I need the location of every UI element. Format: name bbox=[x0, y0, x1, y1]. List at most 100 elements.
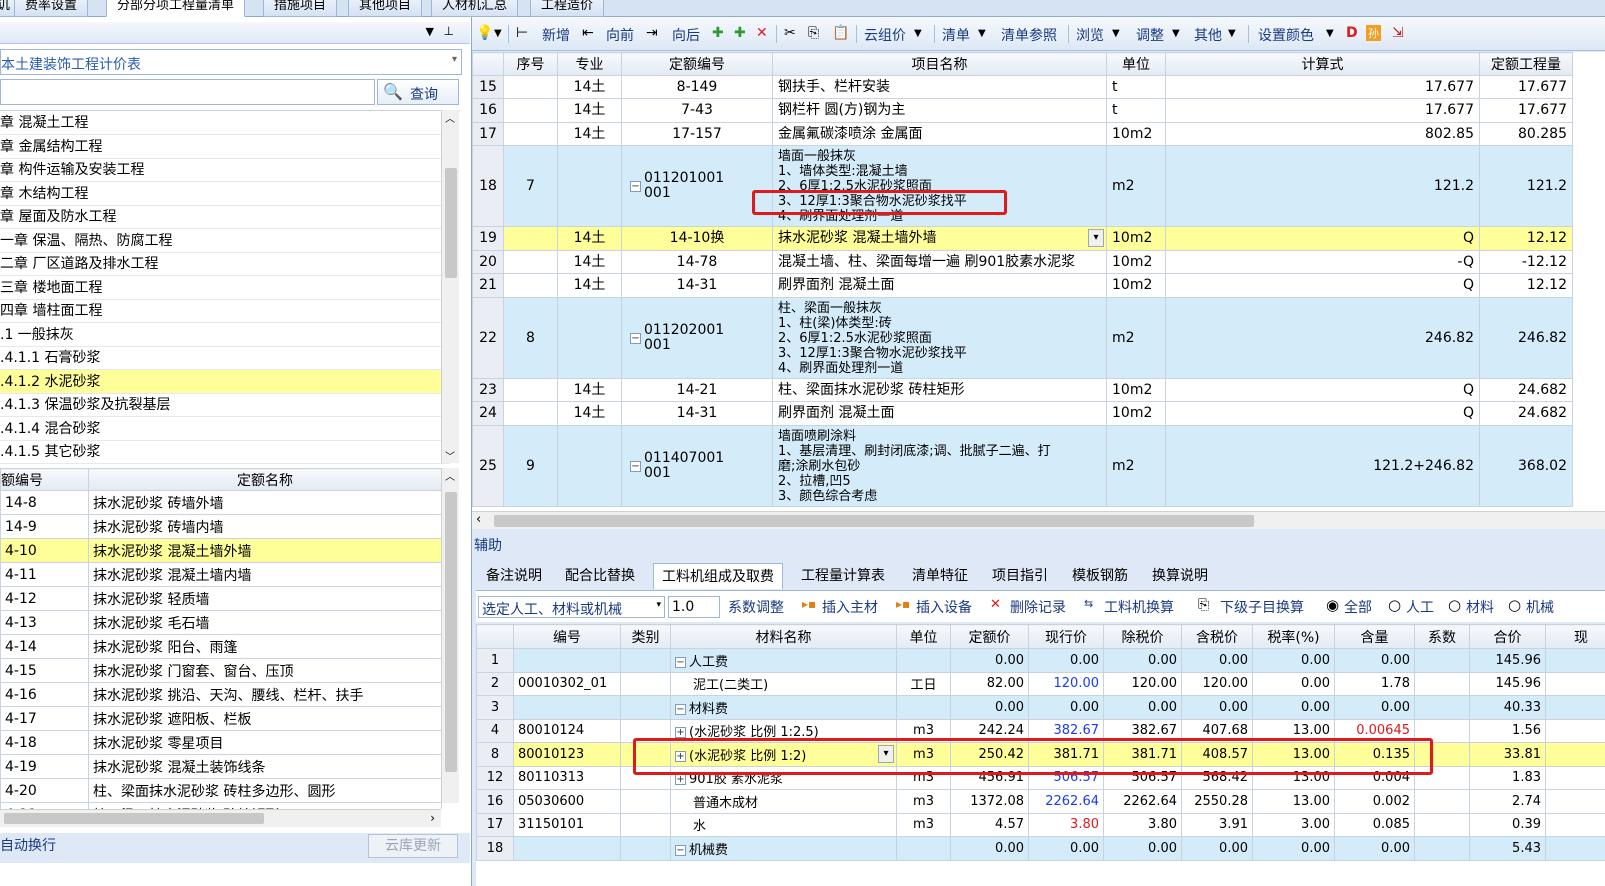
paste-icon[interactable]: 📋 bbox=[832, 25, 849, 41]
bill-row[interactable]: 19 14土 14-10换 抹水泥砂浆 混凝土墙外墙 ▾ 10m2 Q 12.12 bbox=[472, 226, 1573, 251]
material-name-cell[interactable]: 水 bbox=[670, 812, 897, 837]
bill-row[interactable]: 25 9−011407001 001 墙面喷刷涂料 1、基层清理、刷封闭底漆;调、批… bbox=[472, 425, 1573, 507]
col-header[interactable]: 合价 bbox=[1469, 624, 1546, 649]
search-input[interactable] bbox=[0, 79, 375, 105]
formula-cell[interactable]: Q bbox=[1165, 401, 1480, 426]
col-header[interactable] bbox=[476, 624, 514, 649]
code-cell[interactable]: 14-78 bbox=[621, 250, 773, 274]
list-reference-button[interactable]: 清单参照 bbox=[1001, 25, 1057, 45]
resource-row[interactable]: 1− 人工费 0.00 0.00 0.00 0.00 0.00 0.00 145.96 bbox=[476, 648, 1605, 673]
quota-scrollbar[interactable]: ︿ bbox=[441, 468, 459, 803]
code-cell[interactable]: 14-10换 bbox=[621, 226, 773, 251]
scroll-left-icon[interactable]: ‹ bbox=[476, 512, 481, 527]
material-name-cell[interactable]: − 人工费 bbox=[670, 648, 897, 673]
chevron-down-icon[interactable]: ▼ bbox=[914, 28, 922, 39]
pin-icon[interactable]: ⊥ bbox=[444, 24, 454, 38]
hscroll-thumb[interactable] bbox=[4, 813, 264, 824]
formula-cell[interactable]: 121.2 bbox=[1165, 145, 1480, 227]
collapse-icon[interactable]: − bbox=[630, 332, 641, 344]
tree-item[interactable]: 章 构件运输及安装工程 bbox=[0, 158, 450, 182]
material-name-cell[interactable]: 普通木成材 bbox=[670, 789, 897, 814]
col-header[interactable]: 专业 bbox=[557, 52, 622, 76]
cloud-price-button[interactable]: 云组价 bbox=[864, 25, 906, 45]
material-name-cell[interactable]: − 材料费 bbox=[670, 695, 897, 720]
radio-machine[interactable]: ○ bbox=[1508, 596, 1521, 614]
expand-icon[interactable]: + bbox=[675, 774, 686, 786]
material-name-cell[interactable]: + (水泥砂浆 比例 1:2) ▾ bbox=[670, 742, 897, 767]
chevron-down-icon[interactable]: ▾ bbox=[878, 745, 894, 763]
quota-row[interactable]: 4-10 抹水泥砂浆 混凝土墙外墙 bbox=[0, 538, 442, 563]
tree-item[interactable]: .4.1.4 混合砂浆 bbox=[0, 417, 450, 441]
tree-item[interactable]: .4.1.1 石膏砂浆 bbox=[0, 346, 450, 370]
code-cell[interactable]: −011201001 001 bbox=[621, 145, 773, 227]
aux-tab[interactable]: 配合比替换 bbox=[557, 563, 643, 589]
tree-item[interactable]: 章 屋面及防水工程 bbox=[0, 205, 450, 229]
tab-other-items[interactable]: 其他项目 bbox=[348, 0, 423, 17]
col-header[interactable]: 单位 bbox=[896, 624, 951, 649]
hscroll-thumb[interactable] bbox=[494, 515, 1254, 527]
col-header[interactable]: 现行价 bbox=[1028, 624, 1104, 649]
col-header[interactable]: 含税价 bbox=[1181, 624, 1253, 649]
copy-icon[interactable]: ⎘ bbox=[808, 25, 819, 41]
chevron-down-icon[interactable]: ▼ bbox=[1112, 28, 1120, 39]
tree-item[interactable]: 章 木结构工程 bbox=[0, 182, 450, 206]
formula-cell[interactable]: Q bbox=[1165, 273, 1480, 298]
collapse-icon[interactable]: − bbox=[630, 460, 641, 472]
resource-convert-button[interactable]: 工料机换算 bbox=[1104, 597, 1174, 617]
resource-row[interactable]: 12 80110313 +901胶 素水泥浆 m3 456.91 506.57 506.57… bbox=[476, 765, 1605, 790]
aux-tab[interactable]: 备注说明 bbox=[478, 563, 550, 589]
calc-icon[interactable]: 孙 bbox=[1366, 25, 1381, 41]
chevron-down-icon[interactable]: ▾ bbox=[656, 600, 661, 610]
collapse-icon[interactable]: − bbox=[675, 844, 686, 856]
query-button[interactable]: 🔍 查询 bbox=[377, 79, 459, 105]
tab-rate-settings[interactable]: 费率设置 bbox=[14, 0, 89, 17]
quota-row[interactable]: 4-17 抹水泥砂浆 遮阳板、栏板 bbox=[0, 706, 442, 731]
formula-cell[interactable]: Q bbox=[1165, 378, 1480, 402]
scroll-up-icon[interactable]: ︿ bbox=[445, 110, 455, 125]
col-header[interactable]: 项目名称 bbox=[772, 52, 1107, 76]
col-header[interactable]: 含量 bbox=[1334, 624, 1415, 649]
forward-button[interactable]: 向前 bbox=[606, 25, 634, 45]
name-cell[interactable]: 金属氟碳漆喷涂 金属面 bbox=[772, 122, 1107, 146]
code-cell[interactable]: 14-31 bbox=[621, 401, 773, 426]
formula-cell[interactable]: 121.2+246.82 bbox=[1165, 425, 1480, 507]
move-down-icon[interactable]: ✚ bbox=[734, 25, 746, 41]
tree-item[interactable]: .4.1.2 水泥砂浆 bbox=[0, 369, 450, 394]
quota-row[interactable]: 4-13 抹水泥砂浆 毛石墙 bbox=[0, 610, 442, 635]
tree-item[interactable]: 一章 保温、隔热、防腐工程 bbox=[0, 229, 450, 253]
formula-cell[interactable]: -Q bbox=[1165, 250, 1480, 274]
material-name-cell[interactable]: − 机械费 bbox=[670, 836, 897, 861]
export-icon[interactable]: ⇲ bbox=[1392, 25, 1404, 41]
resource-row[interactable]: 2 00010302_01 泥工(二类工) 工日 82.00 120.00 120.00 12… bbox=[476, 671, 1605, 696]
bill-row[interactable]: 22 8−011202001 001 柱、梁面一般抹灰 1、柱(梁)体类型:砖 2、… bbox=[472, 297, 1573, 379]
scroll-right-icon[interactable]: › bbox=[430, 811, 435, 825]
col-header-code[interactable]: 额编号 bbox=[0, 468, 89, 491]
resource-row[interactable]: 18− 机械费 0.00 0.00 0.00 0.00 0.00 0.00 5.43 bbox=[476, 836, 1605, 861]
code-cell[interactable]: 17-157 bbox=[621, 122, 773, 146]
tree-item[interactable]: .4.1.3 保温砂浆及抗裂基层 bbox=[0, 393, 450, 417]
quota-row[interactable]: 4-18 抹水泥砂浆 零星项目 bbox=[0, 730, 442, 755]
name-cell[interactable]: 抹水泥砂浆 混凝土墙外墙 ▾ bbox=[772, 226, 1107, 251]
chevron-down-icon[interactable]: ▼ bbox=[978, 28, 986, 39]
backward-button[interactable]: 向后 bbox=[672, 25, 700, 45]
aux-tab[interactable]: 清单特征 bbox=[904, 563, 976, 589]
tree-scrollbar[interactable]: ︿ ﹀ bbox=[441, 110, 459, 463]
scroll-up-icon[interactable]: ︿ bbox=[445, 468, 455, 483]
resource-row[interactable]: 3− 材料费 0.00 0.00 0.00 0.00 0.00 0.00 40.33 bbox=[476, 695, 1605, 720]
col-header[interactable]: 材料名称 bbox=[670, 624, 897, 649]
bill-row[interactable]: 23 14土 14-21 柱、梁面抹水泥砂浆 砖柱矩形 10m2 Q 24.682 bbox=[472, 378, 1573, 402]
aux-tab[interactable]: 项目指引 bbox=[984, 563, 1056, 589]
dropdown-arrow-icon[interactable]: ▼ bbox=[426, 25, 434, 38]
material-name-cell[interactable]: +901胶 素水泥浆 bbox=[670, 765, 897, 790]
collapse-icon[interactable]: − bbox=[675, 703, 686, 715]
quota-row[interactable]: 4-19 抹水泥砂浆 混凝土装饰线条 bbox=[0, 754, 442, 779]
cut-icon[interactable]: ✂ bbox=[784, 25, 796, 41]
name-cell[interactable]: 钢栏杆 圆(方)钢为主 bbox=[772, 98, 1107, 123]
name-cell[interactable]: 墙面一般抹灰 1、墙体类型:混凝土墙 2、6厚1:2.5水泥砂浆照面 3、12厚… bbox=[772, 145, 1107, 227]
code-cell[interactable]: −011407001 001 bbox=[621, 425, 773, 507]
dropdown-arrow-icon[interactable]: ▼ bbox=[494, 28, 502, 39]
browse-button[interactable]: 浏览 bbox=[1076, 25, 1104, 45]
lightbulb-icon[interactable]: 💡 bbox=[476, 25, 493, 41]
quota-row[interactable]: 14-8 抹水泥砂浆 砖墙外墙 bbox=[0, 490, 442, 515]
set-color-button[interactable]: 设置颜色 bbox=[1258, 25, 1314, 45]
